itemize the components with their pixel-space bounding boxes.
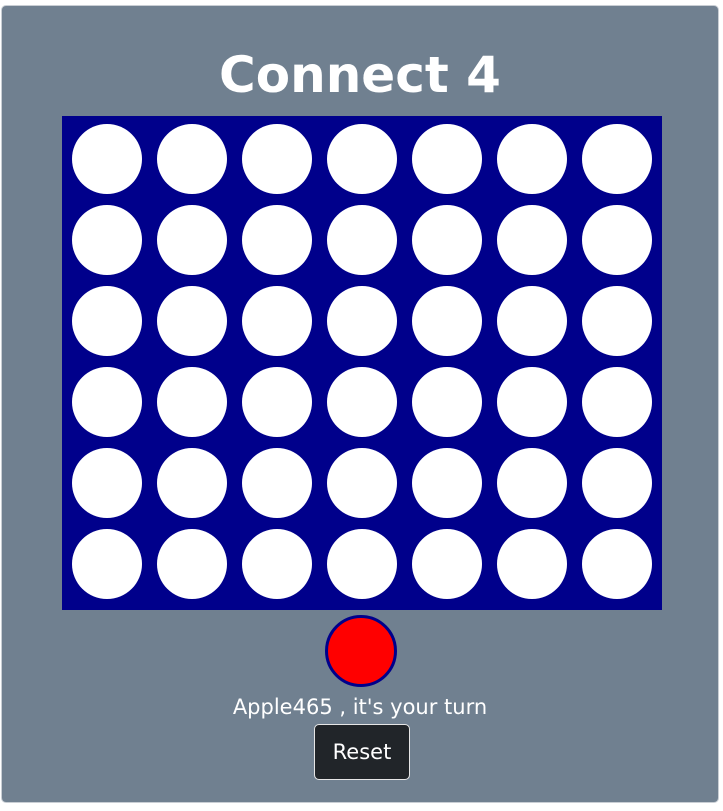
board-slot[interactable]: [412, 367, 482, 437]
board-slot[interactable]: [582, 448, 652, 518]
board-slot[interactable]: [327, 124, 397, 194]
board-slot[interactable]: [412, 124, 482, 194]
board-slot[interactable]: [72, 205, 142, 275]
current-player-token: [325, 615, 397, 687]
board-slot[interactable]: [497, 367, 567, 437]
board-slot[interactable]: [157, 448, 227, 518]
board-slot[interactable]: [327, 367, 397, 437]
turn-status: Apple465 , it's your turn: [232, 695, 488, 719]
board-slot[interactable]: [497, 529, 567, 599]
board-slot[interactable]: [242, 286, 312, 356]
board-slot[interactable]: [157, 367, 227, 437]
board-slot[interactable]: [72, 529, 142, 599]
board-slot[interactable]: [327, 529, 397, 599]
board-slot[interactable]: [72, 448, 142, 518]
board-slot[interactable]: [72, 286, 142, 356]
game-board: [62, 116, 662, 610]
board-slot[interactable]: [327, 448, 397, 518]
board-slot[interactable]: [412, 448, 482, 518]
game-title: Connect 4: [219, 46, 501, 104]
board-slot[interactable]: [72, 367, 142, 437]
board-slot[interactable]: [412, 529, 482, 599]
board-slot[interactable]: [497, 124, 567, 194]
board-slot[interactable]: [157, 124, 227, 194]
board-slot[interactable]: [327, 286, 397, 356]
board-slot[interactable]: [497, 286, 567, 356]
board-slot[interactable]: [242, 124, 312, 194]
board-slot[interactable]: [582, 286, 652, 356]
board-slot[interactable]: [582, 124, 652, 194]
board-slot[interactable]: [242, 367, 312, 437]
board-slot[interactable]: [242, 529, 312, 599]
board-slot[interactable]: [582, 205, 652, 275]
board-slot[interactable]: [72, 124, 142, 194]
board-slot[interactable]: [497, 448, 567, 518]
board-slot[interactable]: [157, 286, 227, 356]
board-slot[interactable]: [327, 205, 397, 275]
board-slot[interactable]: [242, 205, 312, 275]
board-slot[interactable]: [582, 367, 652, 437]
board-slot[interactable]: [412, 286, 482, 356]
game-container: Connect 4 Apple465 , it's your turn Rese…: [1, 5, 719, 803]
reset-button[interactable]: Reset: [314, 724, 410, 780]
board-slot[interactable]: [157, 205, 227, 275]
board-slot[interactable]: [412, 205, 482, 275]
board-slot[interactable]: [157, 529, 227, 599]
board-slot[interactable]: [242, 448, 312, 518]
board-slot[interactable]: [497, 205, 567, 275]
board-slot[interactable]: [582, 529, 652, 599]
